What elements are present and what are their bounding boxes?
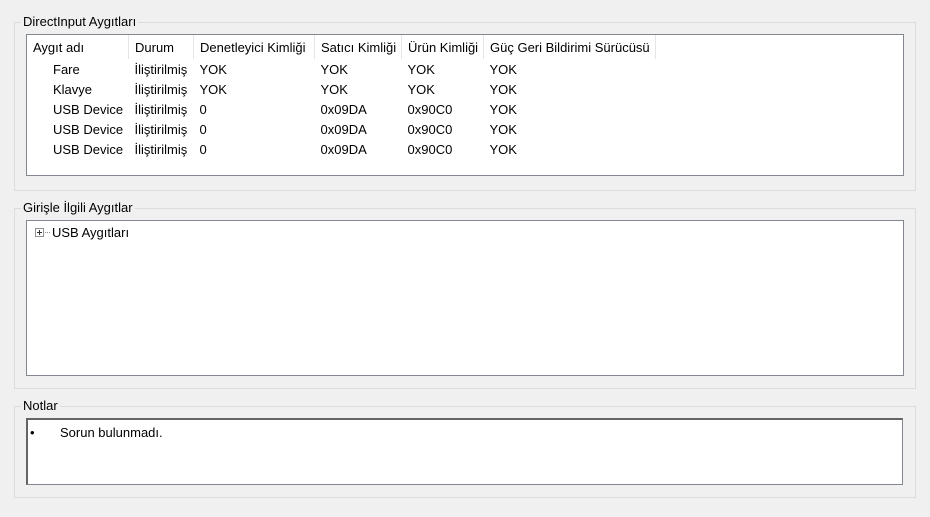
column-header-controller-id[interactable]: Denetleyici Kimliği <box>193 35 315 59</box>
cell-controller-id: YOK <box>199 81 227 97</box>
table-header: Aygıt adı Durum Denetleyici Kimliği Satı… <box>27 35 656 59</box>
cell-product-id: 0x90C0 <box>407 121 453 137</box>
cell-force-feedback-driver: YOK <box>489 101 517 117</box>
cell-status: İliştirilmiş <box>134 61 188 77</box>
cell-controller-id: YOK <box>199 61 227 77</box>
cell-vendor-id: 0x09DA <box>320 101 367 117</box>
cell-status: İliştirilmiş <box>134 81 188 97</box>
notes-group-title: Notlar <box>21 398 60 414</box>
directinput-group-title: DirectInput Aygıtları <box>21 14 139 30</box>
note-item: • Sorun bulunmadı. <box>30 425 163 440</box>
table-row[interactable]: Klavye İliştirilmiş YOK YOK YOK YOK <box>27 79 656 99</box>
column-header-force-feedback-driver[interactable]: Güç Geri Bildirimi Sürücüsü <box>483 35 656 59</box>
cell-status: İliştirilmiş <box>134 141 188 157</box>
column-header-vendor-id[interactable]: Satıcı Kimliği <box>314 35 402 59</box>
cell-device-name: USB Device <box>53 101 124 117</box>
cell-force-feedback-driver: YOK <box>489 81 517 97</box>
column-header-product-id[interactable]: Ürün Kimliği <box>401 35 484 59</box>
cell-status: İliştirilmiş <box>134 101 188 117</box>
cell-device-name: USB Device <box>53 121 124 137</box>
table-row[interactable]: USB Device İliştirilmiş 0 0x09DA 0x90C0 YOK <box>27 139 656 159</box>
directinput-group: DirectInput Aygıtları Aygıt adı Durum De… <box>14 14 916 191</box>
cell-product-id: 0x90C0 <box>407 101 453 117</box>
cell-vendor-id: YOK <box>320 81 348 97</box>
column-header-device-name[interactable]: Aygıt adı <box>27 35 129 59</box>
tree-item-usb-devices[interactable]: USB Aygıtları <box>35 225 129 240</box>
notes-box[interactable]: • Sorun bulunmadı. <box>26 418 903 485</box>
cell-vendor-id: YOK <box>320 61 348 77</box>
cell-product-id: YOK <box>407 81 435 97</box>
table-row[interactable]: Fare İliştirilmiş YOK YOK YOK YOK <box>27 59 656 79</box>
cell-device-name: USB Device <box>53 141 124 157</box>
input-devices-group: Girişle İlgili Aygıtlar USB Aygıtları <box>14 200 916 389</box>
cell-controller-id: 0 <box>199 101 207 117</box>
tree-connector <box>45 232 50 233</box>
cell-vendor-id: 0x09DA <box>320 121 367 137</box>
directinput-device-list[interactable]: Aygıt adı Durum Denetleyici Kimliği Satı… <box>26 34 904 176</box>
table-row[interactable]: USB Device İliştirilmiş 0 0x09DA 0x90C0 YOK <box>27 119 656 139</box>
input-devices-group-title: Girişle İlgili Aygıtlar <box>21 200 135 216</box>
cell-product-id: 0x90C0 <box>407 141 453 157</box>
column-header-status[interactable]: Durum <box>128 35 194 59</box>
cell-status: İliştirilmiş <box>134 121 188 137</box>
input-devices-tree[interactable]: USB Aygıtları <box>26 220 904 376</box>
cell-force-feedback-driver: YOK <box>489 61 517 77</box>
cell-vendor-id: 0x09DA <box>320 141 367 157</box>
cell-force-feedback-driver: YOK <box>489 121 517 137</box>
cell-controller-id: 0 <box>199 121 207 137</box>
cell-device-name: Fare <box>53 61 80 77</box>
cell-product-id: YOK <box>407 61 435 77</box>
note-text: Sorun bulunmadı. <box>60 425 163 440</box>
expand-plus-icon[interactable] <box>35 228 44 237</box>
table-row[interactable]: USB Device İliştirilmiş 0 0x09DA 0x90C0 YOK <box>27 99 656 119</box>
bullet-icon: • <box>30 425 35 440</box>
cell-controller-id: 0 <box>199 141 207 157</box>
tree-item-label: USB Aygıtları <box>52 225 130 240</box>
cell-device-name: Klavye <box>53 81 93 97</box>
notes-group: Notlar • Sorun bulunmadı. <box>14 398 916 498</box>
cell-force-feedback-driver: YOK <box>489 141 517 157</box>
